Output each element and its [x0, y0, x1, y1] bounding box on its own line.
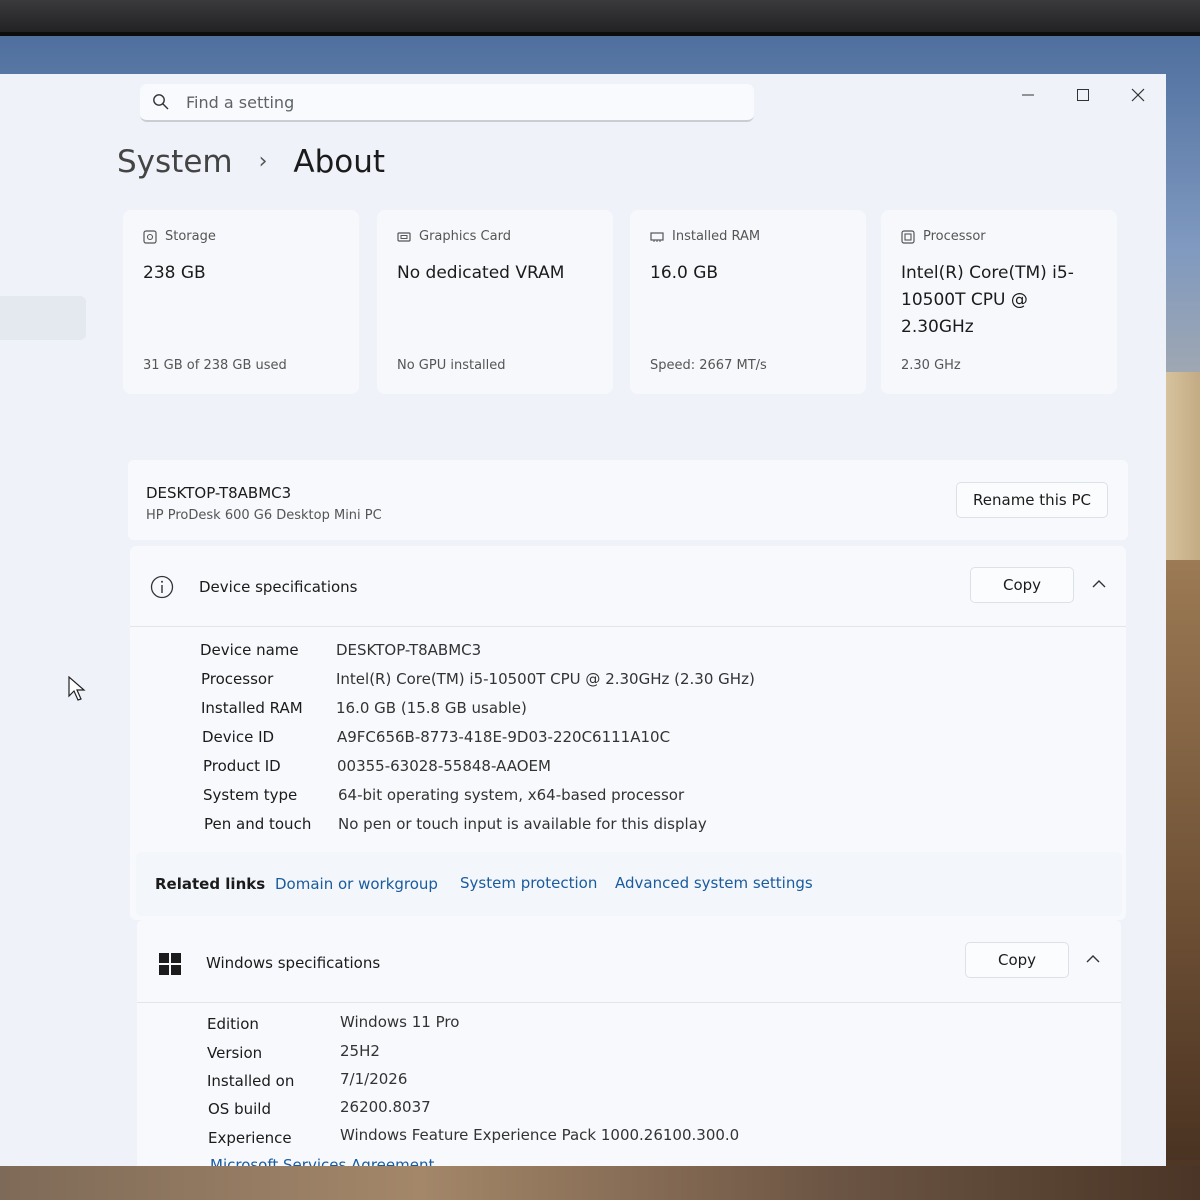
info-icon [150, 575, 174, 599]
card-label: Processor [923, 229, 986, 244]
spec-value[interactable]: 00355-63028-55848-AAOEM [337, 757, 551, 775]
card-label: Installed RAM [672, 229, 761, 244]
close-icon [1131, 88, 1145, 102]
card-label: Storage [165, 229, 216, 244]
breadcrumb-system[interactable]: System [117, 144, 233, 180]
spec-label: Processor [201, 670, 274, 688]
device-specs-copy-button[interactable]: Copy [970, 567, 1074, 603]
minimize-button[interactable] [1010, 82, 1046, 108]
card-sub: 2.30 GHz [901, 358, 961, 373]
pc-name: DESKTOP-T8ABMC3 [146, 484, 292, 502]
spec-label: Edition [207, 1015, 259, 1033]
ram-icon [650, 232, 664, 242]
spec-label: System type [203, 786, 298, 804]
spec-label: Installed on [207, 1072, 295, 1090]
device-specs-title[interactable]: Device specifications [199, 578, 357, 596]
spec-value[interactable]: 7/1/2026 [340, 1070, 407, 1088]
search-input[interactable]: Find a setting [140, 84, 754, 122]
page-title: About [293, 144, 386, 180]
card-value: 238 GB [143, 263, 206, 283]
card-sub: Speed: 2667 MT/s [650, 358, 767, 373]
settings-window: Find a setting System › About Storage 238 … [0, 74, 1166, 1166]
spec-value[interactable]: 64-bit operating system, x64-based proce… [338, 786, 684, 804]
monitor-bezel [0, 0, 1200, 36]
storage-card[interactable]: Storage 238 GB 31 GB of 238 GB used [123, 210, 359, 394]
advanced-system-settings-link[interactable]: Advanced system settings [615, 874, 813, 892]
chevron-up-icon[interactable] [1086, 954, 1100, 964]
spec-label: Installed RAM [201, 699, 303, 717]
spec-label: OS build [208, 1100, 271, 1118]
processor-card[interactable]: Processor Intel(R) Core(TM) i5-10500T CP… [881, 210, 1117, 394]
spec-value[interactable]: 16.0 GB (15.8 GB usable) [336, 699, 527, 717]
spec-value[interactable]: 25H2 [340, 1042, 380, 1060]
pc-name-panel: DESKTOP-T8ABMC3 HP ProDesk 600 G6 Deskto… [128, 460, 1128, 540]
breadcrumb: System › About [117, 144, 385, 180]
card-label: Graphics Card [419, 229, 511, 244]
installed-ram-card[interactable]: Installed RAM 16.0 GB Speed: 2667 MT/s [630, 210, 866, 394]
spec-value[interactable]: Intel(R) Core(TM) i5-10500T CPU @ 2.30GH… [336, 670, 755, 688]
system-protection-link[interactable]: System protection [460, 874, 597, 892]
related-links-label: Related links [155, 875, 266, 893]
graphics-card-card[interactable]: Graphics Card No dedicated VRAM No GPU i… [377, 210, 613, 394]
maximize-button[interactable] [1065, 82, 1101, 108]
processor-icon [901, 230, 915, 244]
sidebar-selected-item[interactable] [0, 296, 86, 340]
domain-workgroup-link[interactable]: Domain or workgroup [275, 875, 438, 893]
chevron-up-icon[interactable] [1092, 579, 1106, 589]
card-value: 16.0 GB [650, 263, 719, 283]
mouse-pointer-icon [68, 676, 86, 701]
spec-value[interactable]: 26200.8037 [340, 1098, 431, 1116]
spec-value[interactable]: A9FC656B-8773-418E-9D03-220C6111A10C [337, 728, 670, 746]
spec-label: Device name [200, 641, 299, 659]
search-icon [153, 94, 169, 110]
microsoft-services-agreement-link[interactable]: Microsoft Services Agreement [210, 1156, 434, 1166]
storage-icon [143, 230, 157, 244]
minimize-icon [1022, 94, 1034, 96]
graphics-card-icon [397, 232, 411, 242]
spec-label: Device ID [202, 728, 275, 746]
card-value: No dedicated VRAM [397, 263, 565, 283]
spec-label: Experience [208, 1129, 292, 1147]
rename-pc-button[interactable]: Rename this PC [956, 482, 1108, 518]
close-button[interactable] [1120, 82, 1156, 108]
spec-label: Product ID [203, 757, 281, 775]
spec-value[interactable]: No pen or touch input is available for t… [338, 815, 707, 833]
windows-logo-icon [159, 953, 181, 975]
spec-label: Pen and touch [204, 815, 312, 833]
spec-label: Version [207, 1044, 263, 1062]
windows-specs-copy-button[interactable]: Copy [965, 942, 1069, 978]
windows-specs-title[interactable]: Windows specifications [206, 954, 380, 972]
related-links-bar: Related links Domain or workgroup System… [136, 852, 1122, 916]
card-sub: 31 GB of 238 GB used [143, 358, 287, 373]
taskbar-edge [0, 1166, 1200, 1200]
wallpaper-building [1160, 372, 1200, 592]
search-placeholder: Find a setting [186, 93, 295, 112]
spec-value[interactable]: Windows 11 Pro [340, 1013, 459, 1031]
breadcrumb-separator: › [258, 149, 268, 174]
card-value: Intel(R) Core(TM) i5-10500T CPU @ 2.30GH… [901, 263, 1074, 337]
spec-value[interactable]: Windows Feature Experience Pack 1000.261… [340, 1126, 739, 1144]
card-sub: No GPU installed [397, 358, 506, 373]
spec-value[interactable]: DESKTOP-T8ABMC3 [336, 641, 481, 659]
pc-model: HP ProDesk 600 G6 Desktop Mini PC [146, 508, 382, 523]
maximize-icon [1077, 89, 1089, 101]
